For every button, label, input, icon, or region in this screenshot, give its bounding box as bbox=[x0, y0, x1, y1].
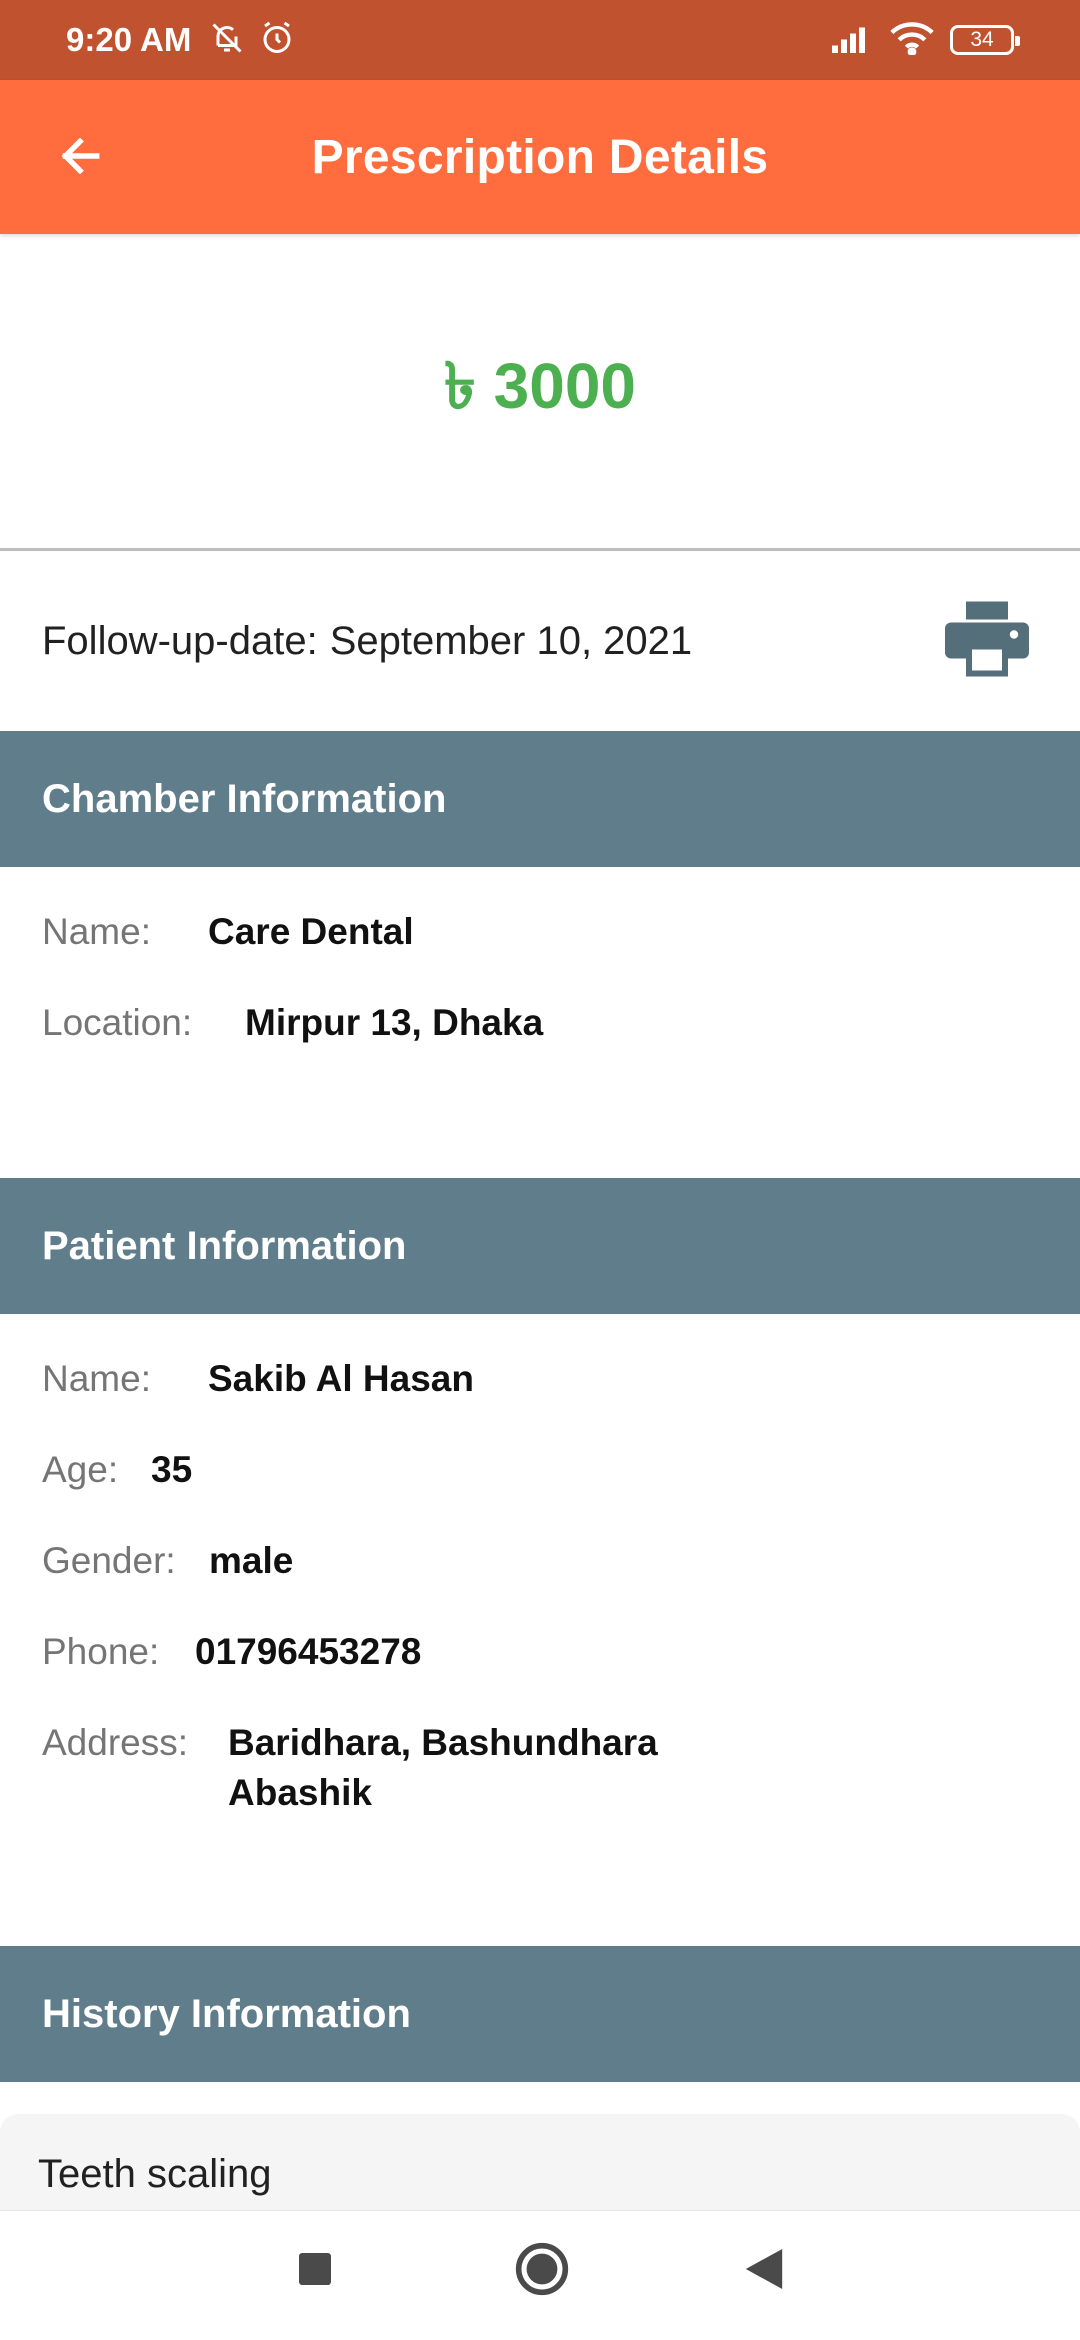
print-button[interactable] bbox=[944, 601, 1030, 681]
history-section-header: History Information bbox=[0, 1946, 1080, 2082]
chamber-name-label: Name: bbox=[42, 911, 151, 952]
patient-gender-label: Gender: bbox=[42, 1540, 176, 1581]
wifi-icon bbox=[890, 21, 934, 60]
system-back-button[interactable] bbox=[734, 2241, 794, 2301]
patient-address-label: Address: bbox=[42, 1722, 189, 1763]
patient-section-header: Patient Information bbox=[0, 1178, 1080, 1314]
patient-address-line2: Abashik bbox=[228, 1772, 372, 1813]
amount-value: ৳ 3000 bbox=[443, 349, 637, 422]
alarm-icon bbox=[259, 20, 295, 61]
bell-off-icon bbox=[209, 20, 245, 61]
patient-address-line1: Baridhara, Bashundhara bbox=[228, 1722, 658, 1763]
followup-date: September 10, 2021 bbox=[329, 618, 693, 663]
page-title: Prescription Details bbox=[311, 130, 769, 184]
status-bar: 9:20 AM 34 bbox=[0, 0, 1080, 80]
followup-row: Follow-up-date: September 10, 2021 bbox=[0, 551, 1080, 731]
patient-address-value: Baridhara, Bashundhara Abashik bbox=[228, 1718, 658, 1818]
home-icon bbox=[514, 2241, 570, 2302]
patient-name-value: Sakib Al Hasan bbox=[208, 1358, 474, 1399]
patient-age-label: Age: bbox=[42, 1449, 119, 1490]
signal-icon bbox=[832, 23, 874, 58]
patient-name-label: Name: bbox=[42, 1358, 151, 1399]
patient-age-row: Age: 35 bbox=[42, 1445, 192, 1495]
screen: 9:20 AM 34 Prescription Details ৳ 3000 F… bbox=[0, 0, 1080, 2340]
patient-address-row: Address: Baridhara, Bashundhara Abashik bbox=[42, 1718, 658, 1818]
status-time: 9:20 AM bbox=[66, 21, 192, 58]
app-bar: Prescription Details bbox=[0, 80, 1080, 234]
amount-section: ৳ 3000 bbox=[0, 234, 1080, 548]
back-triangle-icon bbox=[745, 2248, 783, 2294]
chamber-name-row: Name: Care Dental bbox=[42, 907, 414, 957]
patient-phone-label: Phone: bbox=[42, 1631, 160, 1672]
followup-label: Follow-up-date: bbox=[42, 618, 318, 663]
recent-apps-button[interactable] bbox=[285, 2241, 345, 2301]
patient-age-value: 35 bbox=[151, 1449, 193, 1490]
patient-name-row: Name: Sakib Al Hasan bbox=[42, 1354, 474, 1404]
home-button[interactable] bbox=[510, 2239, 574, 2303]
recent-apps-icon bbox=[299, 2252, 331, 2290]
chamber-name-value: Care Dental bbox=[208, 911, 414, 952]
patient-gender-value: male bbox=[209, 1540, 294, 1581]
patient-phone-row: Phone: 01796453278 bbox=[42, 1627, 421, 1677]
system-nav-bar bbox=[0, 2210, 1080, 2340]
chamber-location-row: Location: Mirpur 13, Dhaka bbox=[42, 998, 543, 1048]
chamber-section-header: Chamber Information bbox=[0, 731, 1080, 867]
patient-gender-row: Gender: male bbox=[42, 1536, 293, 1586]
arrow-left-icon bbox=[55, 131, 105, 186]
followup-text: Follow-up-date: September 10, 2021 bbox=[42, 619, 692, 664]
chamber-location-label: Location: bbox=[42, 1002, 193, 1043]
back-button[interactable] bbox=[50, 128, 110, 188]
chamber-location-value: Mirpur 13, Dhaka bbox=[245, 1002, 544, 1043]
printer-icon bbox=[945, 601, 1029, 682]
patient-phone-value: 01796453278 bbox=[195, 1631, 422, 1672]
battery-icon: 34 bbox=[950, 25, 1020, 55]
history-item: Teeth scaling bbox=[38, 2152, 272, 2196]
